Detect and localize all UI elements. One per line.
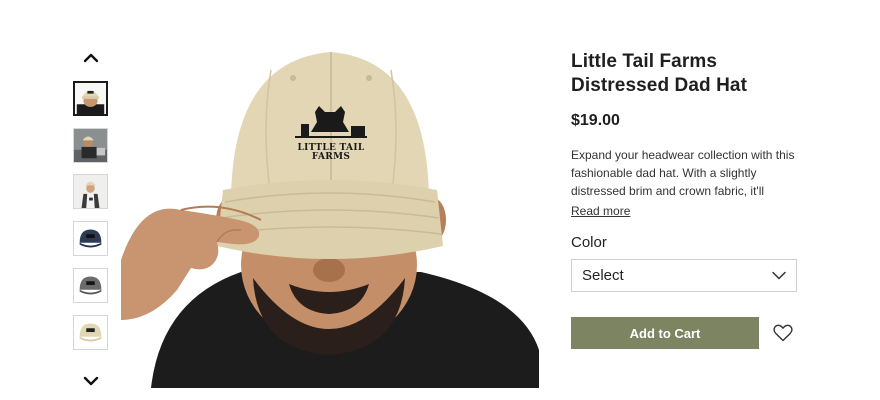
- cart-row: Add to Cart: [571, 317, 799, 349]
- thumbnails-down-arrow[interactable]: [82, 374, 100, 388]
- product-title: Little Tail Farms Distressed Dad Hat: [571, 51, 748, 96]
- color-label: Color: [571, 234, 607, 251]
- thumbnail-3[interactable]: [73, 174, 108, 209]
- thumbnail-woman-beige-hat-icon: [74, 175, 107, 208]
- thumbnail-1[interactable]: [73, 81, 108, 116]
- thumbnail-5[interactable]: [73, 268, 108, 303]
- color-select-value: Select: [582, 267, 624, 284]
- read-more-link[interactable]: Read more: [571, 204, 630, 218]
- thumbnail-4[interactable]: [73, 221, 108, 256]
- thumbnail-6[interactable]: [73, 315, 108, 350]
- thumbnail-man-crouching-beige-hat-icon: [74, 129, 107, 162]
- thumbnail-navy-hat-icon: [74, 222, 107, 255]
- product-price: $19.00: [571, 112, 620, 129]
- add-to-cart-button[interactable]: Add to Cart: [571, 317, 759, 349]
- main-product-image[interactable]: LITTLE TAIL FARMS: [121, 50, 539, 388]
- chevron-down-icon: [772, 271, 786, 280]
- chevron-up-icon: [83, 53, 99, 63]
- hat-logo-text: LITTLE TAIL FARMS: [297, 143, 365, 162]
- wishlist-button[interactable]: [772, 322, 794, 344]
- thumbnail-grey-hat-icon: [74, 269, 107, 302]
- product-info: Little Tail Farms Distressed Dad Hat $19…: [571, 50, 799, 349]
- color-select[interactable]: Select: [571, 259, 797, 292]
- product-description: Expand your headwear collection with thi…: [571, 148, 795, 198]
- heart-icon: [773, 324, 793, 342]
- thumbnail-man-beige-hat-icon: [75, 83, 106, 114]
- product-photo-man-wearing-hat: [121, 52, 539, 388]
- thumbnail-beige-hat-icon: [74, 316, 107, 349]
- chevron-down-icon: [83, 376, 99, 386]
- thumbnail-2[interactable]: [73, 128, 108, 163]
- thumbnails-up-arrow[interactable]: [82, 51, 100, 65]
